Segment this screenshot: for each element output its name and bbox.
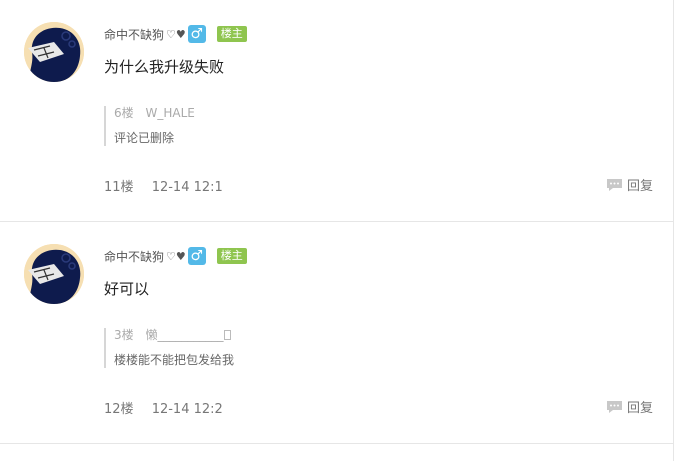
post-footer: 11楼 12-14 12:1	[104, 176, 223, 195]
quoted-comment: 6楼 W_HALE 评论已删除	[104, 106, 195, 146]
avatar-image	[24, 244, 84, 304]
post-content: 为什么我升级失败	[104, 58, 225, 76]
reply-label: 回复	[626, 179, 653, 194]
comment-icon	[606, 178, 622, 191]
quote-floor: 6楼	[114, 106, 134, 120]
username[interactable]: 命中不缺狗	[104, 26, 164, 43]
quote-username[interactable]: 懒___________	[145, 328, 223, 342]
op-badge: 楼主	[216, 248, 247, 264]
missing-glyph-icon	[224, 330, 232, 340]
post-meta: 命中不缺狗 ♡♥ ♂ 楼主	[104, 24, 247, 44]
quote-username[interactable]: W_HALE	[145, 106, 194, 120]
floor-number: 11楼	[104, 180, 134, 195]
hearts-icon: ♡♥	[166, 249, 186, 263]
reply-post: 命中不缺狗 ♡♥ ♂ 楼主 为什么我升级失败 6楼 W_HALE 评论已删除 1…	[0, 0, 673, 222]
avatar[interactable]	[24, 22, 84, 82]
floor-number: 12楼	[104, 402, 134, 417]
reply-label: 回复	[626, 401, 653, 416]
username[interactable]: 命中不缺狗	[104, 248, 164, 265]
reply-button[interactable]: 回复	[606, 397, 653, 416]
avatar-image	[24, 22, 84, 82]
reply-post: 命中不缺狗 ♡♥ ♂ 楼主 好可以 3楼 懒___________ 楼楼能不能把…	[0, 222, 673, 444]
quoted-comment: 3楼 懒___________ 楼楼能不能把包发给我	[104, 328, 234, 368]
male-gender-icon: ♂	[187, 25, 206, 43]
reply-button[interactable]: 回复	[606, 175, 653, 194]
quote-text: 楼楼能不能把包发给我	[114, 353, 235, 367]
hearts-icon: ♡♥	[166, 27, 186, 41]
post-content: 好可以	[104, 280, 150, 298]
quote-header: 3楼 懒___________	[114, 328, 234, 342]
post-time: 12-14 12:1	[151, 180, 223, 195]
op-badge: 楼主	[216, 26, 247, 42]
avatar[interactable]	[24, 244, 84, 304]
post-footer: 12楼 12-14 12:2	[104, 398, 223, 417]
comment-icon	[606, 400, 622, 413]
male-gender-icon: ♂	[187, 247, 206, 265]
quote-text: 评论已删除	[114, 131, 175, 145]
quote-header: 6楼 W_HALE	[114, 106, 195, 120]
quote-floor: 3楼	[114, 328, 134, 342]
post-meta: 命中不缺狗 ♡♥ ♂ 楼主	[104, 246, 247, 266]
post-time: 12-14 12:2	[151, 402, 223, 417]
